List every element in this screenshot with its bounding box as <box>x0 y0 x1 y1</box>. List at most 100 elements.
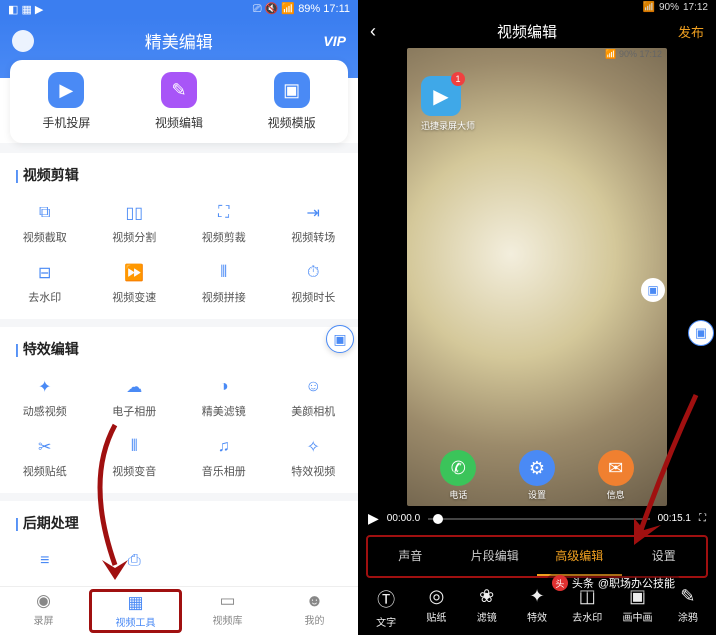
badge-count: 1 <box>451 72 465 86</box>
nav-library[interactable]: ▭视频库 <box>184 591 271 631</box>
sections-scroll[interactable]: 视频剪辑 ⧉视频截取 ▯▯视频分割 ⛶视频剪裁 ⇥视频转场 ⊟去水印 ⏩视频变速… <box>0 143 358 586</box>
video-template-icon: ▣ <box>274 72 310 108</box>
floating-camera-button[interactable]: ▣ <box>326 325 354 353</box>
nav-mine[interactable]: ☻我的 <box>271 591 358 631</box>
tool-video-split[interactable]: ▯▯视频分割 <box>90 193 180 253</box>
time-text: 17:11 <box>323 3 350 15</box>
dynamic-icon: ✦ <box>33 375 57 399</box>
card-phone-cast[interactable]: ▶ 手机投屏 <box>10 72 123 131</box>
tool-beauty-cam[interactable]: ☺美颜相机 <box>269 367 359 427</box>
tool-post-item[interactable]: ⎙ <box>90 541 180 585</box>
tab-advanced-edit[interactable]: 高级编辑 <box>537 537 622 576</box>
sticker-icon: ◎ <box>412 586 460 607</box>
tool-video-trim[interactable]: ⛶视频剪裁 <box>179 193 269 253</box>
sticker-icon: ✂ <box>33 435 57 459</box>
tool-remove-watermark[interactable]: ⊟去水印 <box>0 253 90 313</box>
status-right: ⎚ 🔇 📶 89% 17:11 <box>253 2 350 16</box>
user-avatar-icon[interactable] <box>12 30 34 52</box>
transition-icon: ⇥ <box>301 201 325 225</box>
tool-fx-video[interactable]: ✧特效视频 <box>269 427 359 487</box>
bottom-nav: ◉录屏 ▦视频工具 ▭视频库 ☻我的 <box>0 586 358 635</box>
tab-sound[interactable]: 声音 <box>368 537 453 576</box>
speed-icon: ⏩ <box>122 261 146 285</box>
section-video-clip: 视频剪辑 ⧉视频截取 ▯▯视频分割 ⛶视频剪裁 ⇥视频转场 ⊟去水印 ⏩视频变速… <box>0 153 358 319</box>
tab-settings[interactable]: 设置 <box>622 537 707 576</box>
tool-voice-change[interactable]: ⦀视频变音 <box>90 427 180 487</box>
time-text: 17:12 <box>683 2 708 13</box>
crop-icon: ⧉ <box>33 201 57 225</box>
filter-icon: ◑ <box>212 375 236 399</box>
beauty-icon: ☺ <box>301 375 325 399</box>
trim-icon: ⛶ <box>212 201 236 225</box>
dock-settings: ⚙设置 <box>519 450 555 501</box>
video-edit-icon: ✎ <box>161 72 197 108</box>
section-effects: 特效编辑 ✦动感视频 ☁电子相册 ◑精美滤镜 ☺美颜相机 ✂视频贴纸 ⦀视频变音… <box>0 327 358 493</box>
card-video-edit[interactable]: ✎ 视频编辑 <box>123 72 236 131</box>
nav-video-tools[interactable]: ▦视频工具 <box>89 589 182 633</box>
tool-filter[interactable]: ◑精美滤镜 <box>179 367 269 427</box>
back-button[interactable]: ‹ <box>370 21 376 42</box>
battery-text: 89% <box>298 3 320 15</box>
camera-icon: ▣ <box>695 325 707 341</box>
tool-post-item[interactable]: ≡ <box>0 541 90 585</box>
music-icon: ♫ <box>212 435 236 459</box>
dock-phone: ✆电话 <box>440 450 476 501</box>
filter-icon: ❀ <box>463 586 511 607</box>
tool-sticker[interactable]: ✂视频贴纸 <box>0 427 90 487</box>
phone-cast-icon: ▶ <box>48 72 84 108</box>
publish-button[interactable]: 发布 <box>678 22 704 41</box>
vip-badge[interactable]: VIP <box>323 33 346 49</box>
tool-video-crop[interactable]: ⧉视频截取 <box>0 193 90 253</box>
status-bar: ◧ ▦ ▶ ⎚ 🔇 📶 89% 17:11 <box>0 0 358 18</box>
tool-video-transition[interactable]: ⇥视频转场 <box>269 193 359 253</box>
camera-icon: ▣ <box>333 331 346 348</box>
card-label: 手机投屏 <box>10 114 123 131</box>
album-icon: ☁ <box>122 375 146 399</box>
tool-music-album[interactable]: ♫音乐相册 <box>179 427 269 487</box>
tool-video-duration[interactable]: ⏱视频时长 <box>269 253 359 313</box>
nav-record[interactable]: ◉录屏 <box>0 591 87 631</box>
seek-handle[interactable] <box>433 514 443 524</box>
inner-status-bar: 📶 90% 17:12 <box>407 48 667 61</box>
section-title: 后期处理 <box>0 513 358 541</box>
section-title: 视频剪辑 <box>0 165 358 193</box>
floating-camera-button[interactable]: ▣ <box>688 320 714 346</box>
tool-text[interactable]: Ⓣ文字 <box>362 586 410 629</box>
page-title: 视频编辑 <box>497 21 557 42</box>
home-dock: ✆电话 ⚙设置 ✉信息 <box>407 450 667 501</box>
signal-icon: 📶 <box>643 2 655 13</box>
section-title: 特效编辑 <box>0 339 358 367</box>
duration-icon: ⏱ <box>301 261 325 285</box>
dock-messages: ✉信息 <box>598 450 634 501</box>
video-preview[interactable]: 📶 90% 17:12 ▶1 迅捷录屏大师 ▣ ✆电话 ⚙设置 ✉信息 <box>358 48 716 506</box>
recorder-app-icon: ▶1 <box>421 76 461 116</box>
record-icon: ◉ <box>0 591 87 611</box>
library-icon: ▭ <box>184 591 271 611</box>
top-feature-cards: ▶ 手机投屏 ✎ 视频编辑 ▣ 视频模版 <box>10 60 348 143</box>
player-controls: ▶ 00:00.0 00:15.1 ⛶ <box>358 506 716 535</box>
seek-bar[interactable] <box>428 518 649 520</box>
tool-dynamic-video[interactable]: ✦动感视频 <box>0 367 90 427</box>
card-video-template[interactable]: ▣ 视频模版 <box>235 72 348 131</box>
status-bar: 📶 90% 17:12 <box>358 0 716 15</box>
tool-filter[interactable]: ❀滤镜 <box>463 586 511 629</box>
split-icon: ▯▯ <box>122 201 146 225</box>
text-icon: Ⓣ <box>362 586 410 612</box>
section-post: 后期处理 ≡ ⎙ <box>0 501 358 586</box>
wifi-icon: 📶 <box>281 3 295 15</box>
tab-clip-edit[interactable]: 片段编辑 <box>453 537 538 576</box>
cast-icon: ⎚ <box>253 3 262 15</box>
voice-icon: ⦀ <box>122 435 146 459</box>
tools-icon: ▦ <box>92 593 179 613</box>
tool-sticker[interactable]: ◎贴纸 <box>412 586 460 629</box>
gear-icon: ⚙ <box>519 450 555 486</box>
merge-icon: ⫴ <box>212 261 236 285</box>
tool-video-speed[interactable]: ⏩视频变速 <box>90 253 180 313</box>
user-icon: ☻ <box>271 591 358 611</box>
right-app-screen: 📶 90% 17:12 ‹ 视频编辑 发布 📶 90% 17:12 ▶1 迅捷录… <box>358 0 716 635</box>
tool-video-merge[interactable]: ⫴视频拼接 <box>179 253 269 313</box>
play-button[interactable]: ▶ <box>368 510 379 527</box>
tool-ealbum[interactable]: ☁电子相册 <box>90 367 180 427</box>
fullscreen-icon[interactable]: ⛶ <box>699 513 706 524</box>
page-title: 精美编辑 <box>145 28 213 53</box>
